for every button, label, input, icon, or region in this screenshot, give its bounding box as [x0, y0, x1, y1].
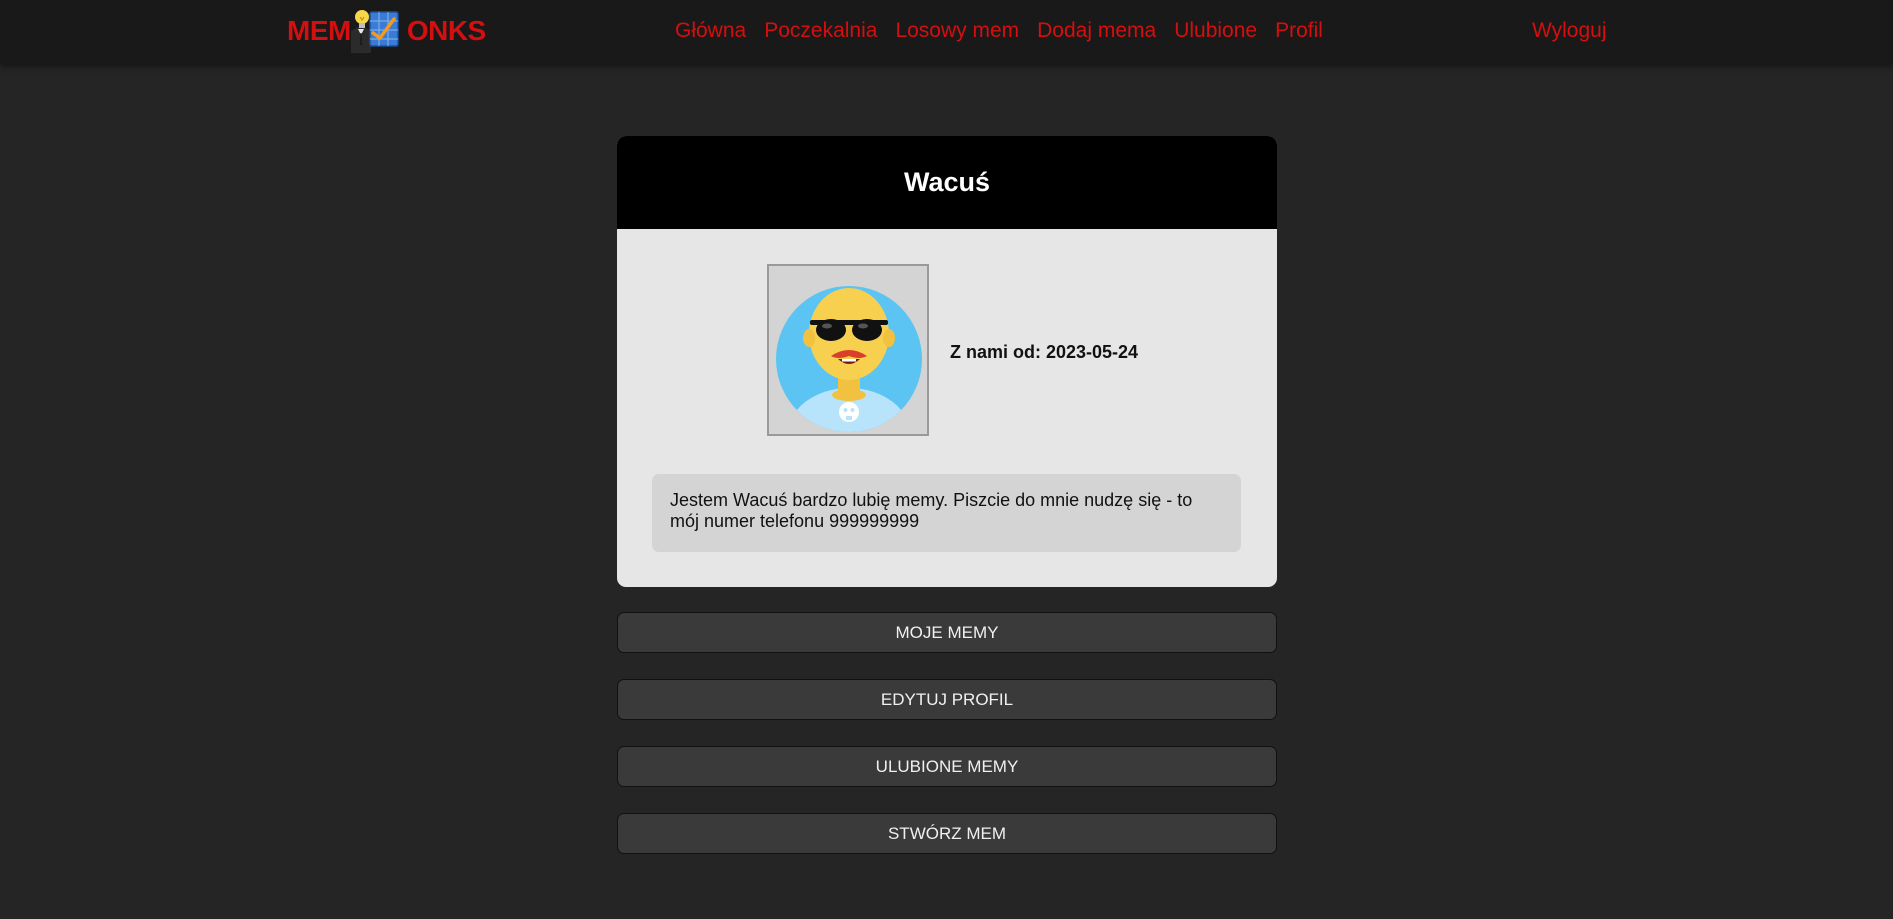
profile-header: Wacuś — [617, 136, 1277, 229]
nav-link-waiting-room[interactable]: Poczekalnia — [764, 18, 877, 44]
my-memes-button[interactable]: MOJE MEMY — [617, 612, 1277, 653]
top-navbar: MEM ONKS Główna Poczekalnia Losowy mem D — [0, 0, 1893, 64]
logo-text-left: MEM — [287, 15, 351, 46]
edit-profile-button[interactable]: EDYTUJ PROFIL — [617, 679, 1277, 720]
avatar — [767, 264, 929, 436]
profile-bio: Jestem Wacuś bardzo lubię memy. Piszcie … — [652, 474, 1241, 552]
create-meme-button[interactable]: STWÓRZ MEM — [617, 813, 1277, 854]
nav-link-home[interactable]: Główna — [675, 18, 746, 44]
logout-link[interactable]: Wyloguj — [1532, 18, 1607, 44]
nav-link-profile[interactable]: Profil — [1275, 18, 1323, 44]
profile-username: Wacuś — [903, 167, 991, 197]
site-logo[interactable]: MEM ONKS — [287, 8, 486, 54]
favorite-memes-button[interactable]: ULUBIONE MEMY — [617, 746, 1277, 787]
avatar-icon — [776, 286, 922, 432]
logo-text-right: ONKS — [406, 15, 486, 46]
nav-link-random-meme[interactable]: Losowy mem — [895, 18, 1019, 44]
profile-card: Wacuś Z nami od: 2023-05-24 Jestem Wacuś… — [617, 136, 1277, 587]
main-nav: Główna Poczekalnia Losowy mem Dodaj mema… — [675, 18, 1323, 44]
nav-link-favorites[interactable]: Ulubione — [1174, 18, 1257, 44]
logo-icon — [349, 9, 409, 53]
joined-date: Z nami od: 2023-05-24 — [950, 342, 1139, 362]
nav-link-add-meme[interactable]: Dodaj mema — [1037, 18, 1156, 44]
